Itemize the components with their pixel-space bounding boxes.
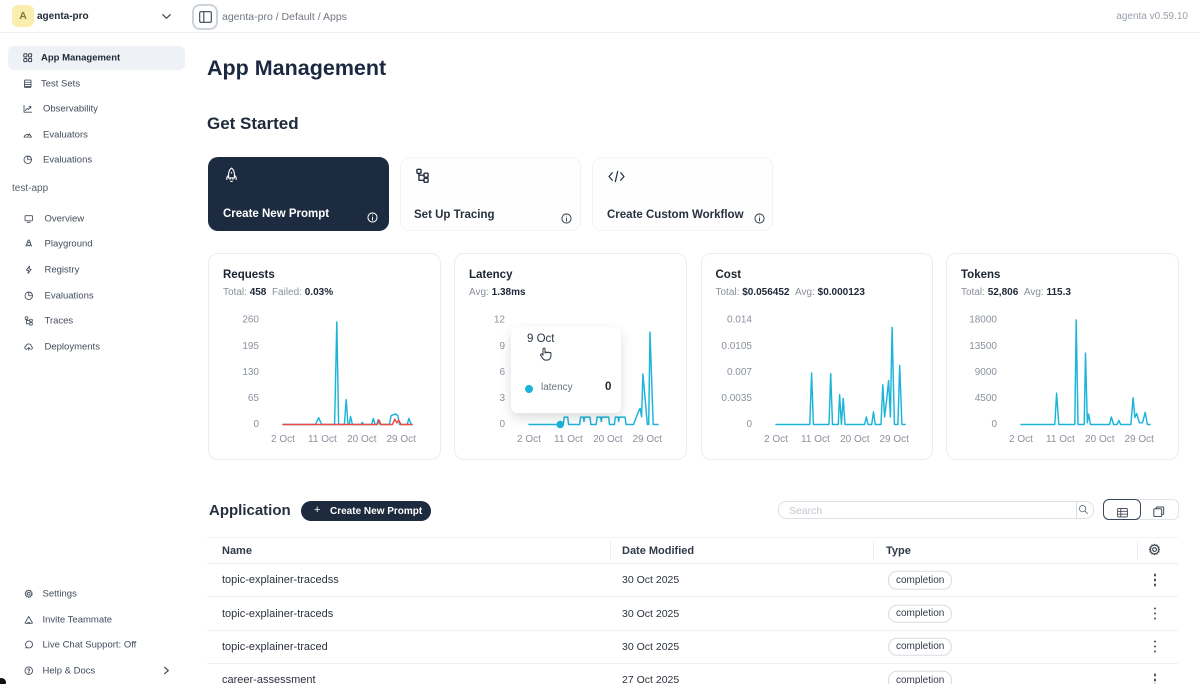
svg-text:11 Oct: 11 Oct [1046,434,1075,445]
svg-text:2 Oct: 2 Oct [271,434,295,445]
svg-text:29 Oct: 29 Oct [879,434,909,445]
svg-text:13500: 13500 [969,341,997,352]
svg-text:29 Oct: 29 Oct [632,434,662,445]
svg-text:0: 0 [746,419,752,430]
svg-text:0.0035: 0.0035 [721,393,752,404]
svg-text:0.014: 0.014 [726,315,751,326]
svg-text:0.0105: 0.0105 [721,341,752,352]
svg-text:11 Oct: 11 Oct [801,434,830,445]
svg-text:195: 195 [242,341,259,352]
svg-text:3: 3 [499,393,505,404]
svg-text:20 Oct: 20 Oct [347,434,377,445]
svg-text:0: 0 [499,419,505,430]
svg-text:0: 0 [253,419,259,430]
svg-text:18000: 18000 [969,315,997,326]
svg-text:29 Oct: 29 Oct [386,434,416,445]
svg-text:2 Oct: 2 Oct [1009,434,1033,445]
svg-text:2 Oct: 2 Oct [764,434,788,445]
svg-text:20 Oct: 20 Oct [593,434,623,445]
svg-text:65: 65 [248,393,260,404]
svg-text:6: 6 [499,367,505,378]
svg-text:12: 12 [494,315,506,326]
svg-text:2 Oct: 2 Oct [517,434,541,445]
svg-text:130: 130 [242,367,259,378]
svg-text:0.007: 0.007 [726,367,751,378]
svg-text:20 Oct: 20 Oct [840,434,870,445]
svg-text:11 Oct: 11 Oct [308,434,337,445]
svg-text:9000: 9000 [975,367,998,378]
svg-text:260: 260 [242,315,259,326]
svg-text:0: 0 [991,419,997,430]
svg-text:4500: 4500 [975,393,998,404]
svg-text:11 Oct: 11 Oct [554,434,583,445]
svg-text:9: 9 [499,341,505,352]
svg-text:20 Oct: 20 Oct [1085,434,1115,445]
svg-text:29 Oct: 29 Oct [1124,434,1154,445]
